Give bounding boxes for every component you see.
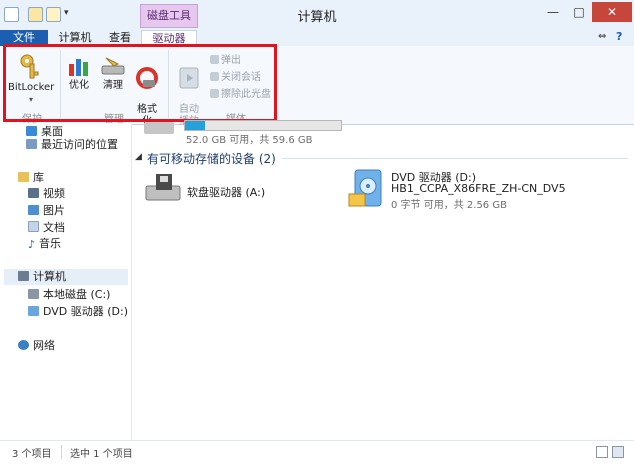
status-item-count: 3 个项目 bbox=[12, 449, 52, 460]
dvd-volume-label: HB1_CCPA_X86FRE_ZH-CN_DV5 bbox=[391, 182, 566, 195]
dvd-drive-icon bbox=[348, 169, 382, 207]
nav-item-videos[interactable]: 视频 bbox=[28, 186, 65, 202]
music-icon: ♪ bbox=[28, 238, 36, 251]
nav-item-computer[interactable]: 计算机 bbox=[4, 269, 128, 285]
documents-icon bbox=[28, 221, 39, 232]
nav-item-documents[interactable]: 文档 bbox=[28, 220, 65, 236]
title-bar: ▾ 磁盘工具 计算机 — □ ✕ bbox=[0, 0, 634, 30]
section-removable-devices[interactable]: 有可移动存储的设备 (2) bbox=[147, 150, 276, 167]
status-bar: 3 个项目 选中 1 个项目 bbox=[0, 440, 634, 465]
close-icon[interactable]: ✕ bbox=[592, 2, 632, 22]
recent-places-icon bbox=[26, 139, 37, 149]
libraries-icon bbox=[18, 172, 29, 182]
hard-disk-icon bbox=[144, 122, 174, 134]
help-icon[interactable]: ? bbox=[616, 30, 622, 43]
dvd-icon bbox=[28, 306, 39, 316]
desktop-icon bbox=[26, 126, 37, 136]
dvd-free-text: 0 字节 可用，共 2.56 GB bbox=[391, 200, 507, 211]
drive-tile-dvd[interactable]: DVD 驱动器 (D:) HB1_CCPA_X86FRE_ZH-CN_DV5 0… bbox=[345, 168, 566, 212]
status-selected-count: 选中 1 个项目 bbox=[70, 449, 133, 460]
ribbon-highlight-box bbox=[3, 44, 277, 122]
network-icon bbox=[18, 340, 29, 350]
pin-icon[interactable]: ⇔ bbox=[598, 31, 606, 42]
drive-c-free-text: 52.0 GB 可用，共 59.6 GB bbox=[186, 135, 313, 146]
navigation-pane: 桌面 最近访问的位置 库 视频 图片 文档 ♪ 音乐 计算机 本地磁盘 (C:) … bbox=[0, 124, 132, 440]
minimize-icon[interactable]: — bbox=[540, 2, 566, 22]
tiles-view-icon[interactable] bbox=[612, 446, 624, 458]
collapse-arrow-icon[interactable]: ◢ bbox=[135, 152, 142, 162]
drive-tile-floppy[interactable]: 软盘驱动器 (A:) bbox=[142, 172, 322, 210]
computer-icon bbox=[18, 271, 29, 281]
floppy-drive-name: 软盘驱动器 (A:) bbox=[187, 186, 266, 199]
videos-icon bbox=[28, 188, 39, 198]
maximize-icon[interactable]: □ bbox=[566, 2, 592, 22]
nav-item-local-disk[interactable]: 本地磁盘 (C:) bbox=[28, 287, 110, 303]
details-view-icon[interactable] bbox=[596, 446, 608, 458]
drive-c-usage-bar bbox=[184, 120, 342, 131]
nav-item-pictures[interactable]: 图片 bbox=[28, 203, 65, 219]
nav-item-libraries[interactable]: 库 bbox=[18, 170, 44, 186]
nav-item-music[interactable]: ♪ 音乐 bbox=[28, 236, 61, 252]
hard-disk-icon bbox=[28, 289, 39, 299]
nav-item-recent[interactable]: 最近访问的位置 bbox=[26, 137, 118, 153]
window-title: 计算机 bbox=[297, 10, 337, 25]
nav-item-dvd[interactable]: DVD 驱动器 (D:) HB bbox=[28, 304, 130, 320]
nav-item-network[interactable]: 网络 bbox=[18, 338, 55, 354]
pictures-icon bbox=[28, 205, 39, 215]
floppy-drive-icon bbox=[145, 174, 181, 201]
drive-tile-c[interactable]: 52.0 GB 可用，共 59.6 GB bbox=[142, 120, 342, 146]
